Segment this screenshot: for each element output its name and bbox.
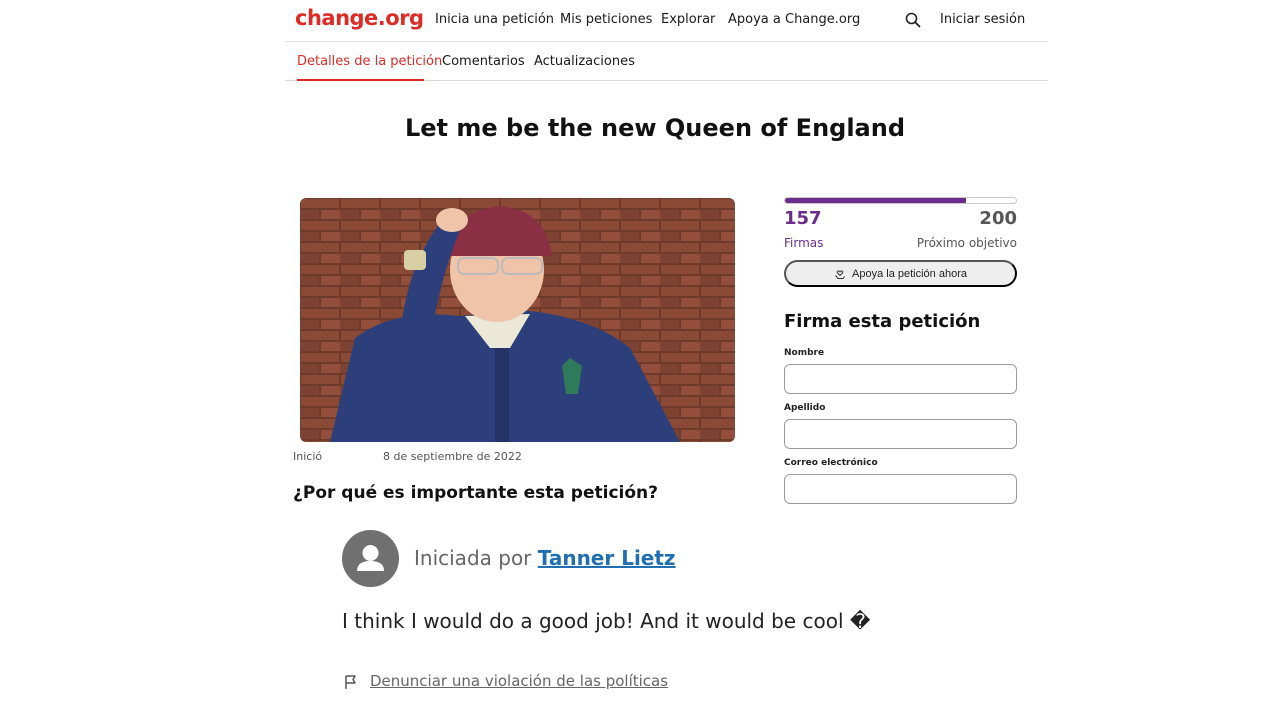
started-label: Inició [293, 450, 323, 463]
tab-updates[interactable]: Actualizaciones [534, 54, 635, 69]
petition-title: Let me be the new Queen of England [404, 114, 906, 142]
tab-petition-details[interactable]: Detalles de la petición [297, 54, 442, 69]
first-name-field[interactable] [784, 364, 1017, 394]
active-tab-indicator [297, 79, 424, 81]
email-label: Correo electrónico [784, 458, 878, 468]
tab-comments[interactable]: Comentarios [442, 54, 525, 69]
nav-my-petitions[interactable]: Mis peticiones [560, 12, 652, 27]
sign-form-title: Firma esta petición [784, 311, 981, 332]
avatar [342, 530, 399, 587]
signature-count: 157 [784, 208, 822, 229]
change-org-logo[interactable]: change.org [295, 6, 424, 30]
flag-icon [345, 675, 356, 689]
nav-explore[interactable]: Explorar [661, 12, 715, 27]
first-name-label: Nombre [784, 348, 825, 358]
support-button-label: Apoya la petición ahora [852, 267, 967, 280]
started-date: 8 de septiembre de 2022 [383, 450, 522, 463]
last-name-field[interactable] [784, 419, 1017, 449]
last-name-label: Apellido [784, 403, 826, 413]
signature-count-label: Firmas [784, 236, 824, 250]
login-link[interactable]: Iniciar sesión [940, 12, 1025, 27]
signature-progress-fill [785, 198, 967, 203]
why-important-heading: ¿Por qué es importante esta petición? [293, 483, 659, 503]
petition-tabs: Detalles de la petición Comentarios Actu… [285, 42, 1048, 81]
nav-start-petition[interactable]: Inicia una petición [435, 12, 554, 27]
email-field[interactable] [784, 474, 1017, 504]
signature-goal: 200 [979, 208, 1017, 229]
support-petition-button[interactable]: Apoya la petición ahora [784, 260, 1017, 287]
started-by-line: Iniciada por Tanner Lietz [414, 546, 676, 570]
nav-support-change[interactable]: Apoya a Change.org [728, 12, 860, 27]
petition-photo [300, 198, 735, 442]
person-icon [357, 545, 384, 571]
top-navigation-bar: change.org Inicia una petición Mis petic… [285, 0, 1048, 42]
search-icon[interactable] [905, 12, 921, 28]
report-policy-link[interactable]: Denunciar una violación de las políticas [370, 672, 668, 690]
author-link[interactable]: Tanner Lietz [538, 546, 676, 570]
started-by-prefix: Iniciada por [414, 546, 532, 570]
petition-body: I think I would do a good job! And it wo… [342, 609, 871, 633]
signature-goal-label: Próximo objetivo [916, 236, 1017, 250]
hand-heart-icon [835, 269, 845, 279]
signature-progress-bar [784, 197, 1017, 204]
